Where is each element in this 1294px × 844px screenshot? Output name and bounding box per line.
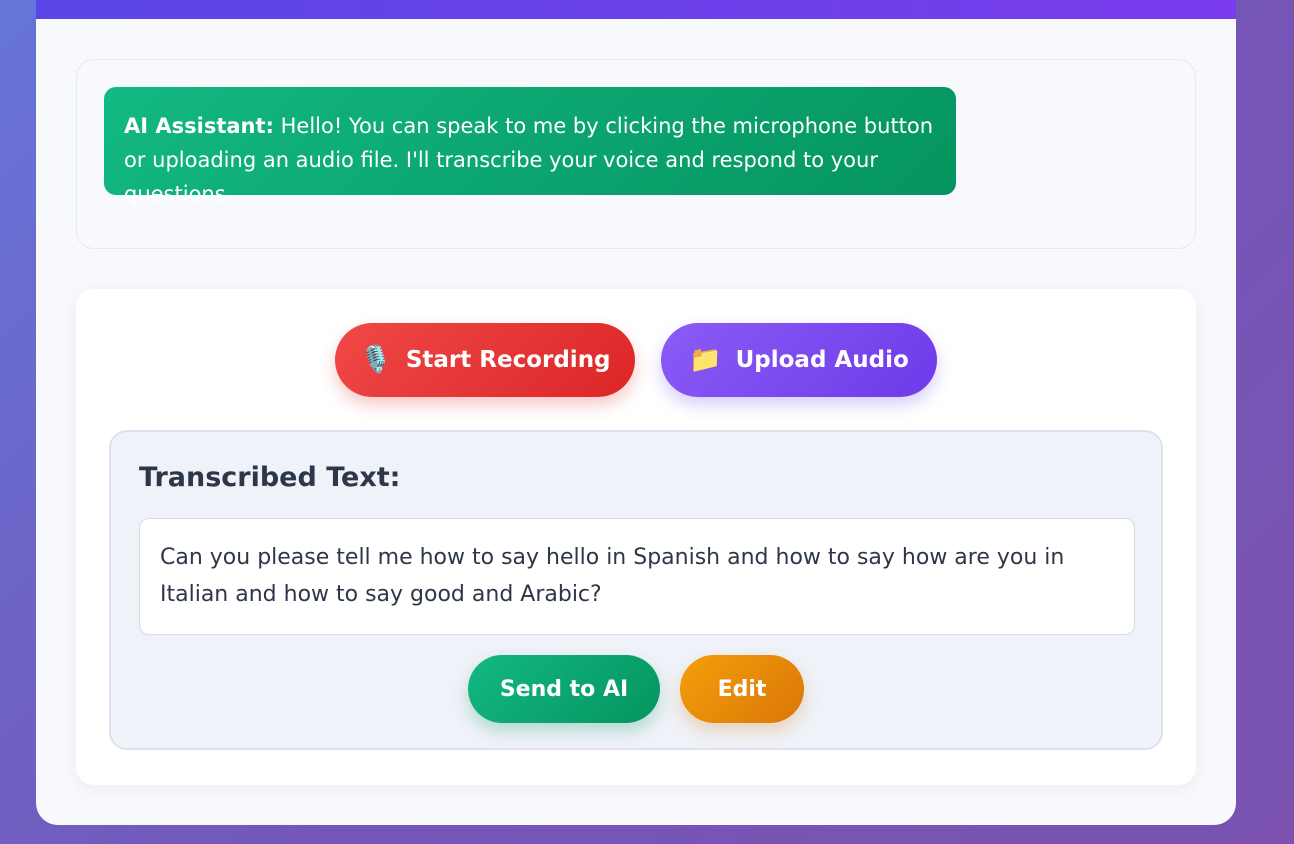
upload-audio-label: Upload Audio xyxy=(735,347,909,373)
folder-icon: 📁 xyxy=(689,345,722,375)
send-to-ai-button[interactable]: Send to AI xyxy=(468,655,660,723)
start-recording-button[interactable]: 🎙️ Start Recording xyxy=(335,323,635,397)
start-recording-label: Start Recording xyxy=(405,347,611,373)
transcript-heading: Transcribed Text: xyxy=(139,462,401,493)
chat-area: AI Assistant: Hello! You can speak to me… xyxy=(76,59,1196,249)
transcript-text-field[interactable]: Can you please tell me how to say hello … xyxy=(139,518,1135,635)
app-card: AI Assistant: Hello! You can speak to me… xyxy=(36,0,1236,825)
transcript-box: Transcribed Text: Can you please tell me… xyxy=(109,430,1163,750)
upload-audio-button[interactable]: 📁 Upload Audio xyxy=(661,323,937,397)
edit-button[interactable]: Edit xyxy=(680,655,804,723)
header-bar xyxy=(36,0,1236,19)
microphone-icon: 🎙️ xyxy=(359,345,392,375)
ai-message-speaker: AI Assistant: xyxy=(124,114,274,138)
ai-message-bubble: AI Assistant: Hello! You can speak to me… xyxy=(104,87,956,206)
control-panel: 🎙️ Start Recording 📁 Upload Audio Transc… xyxy=(76,289,1196,785)
